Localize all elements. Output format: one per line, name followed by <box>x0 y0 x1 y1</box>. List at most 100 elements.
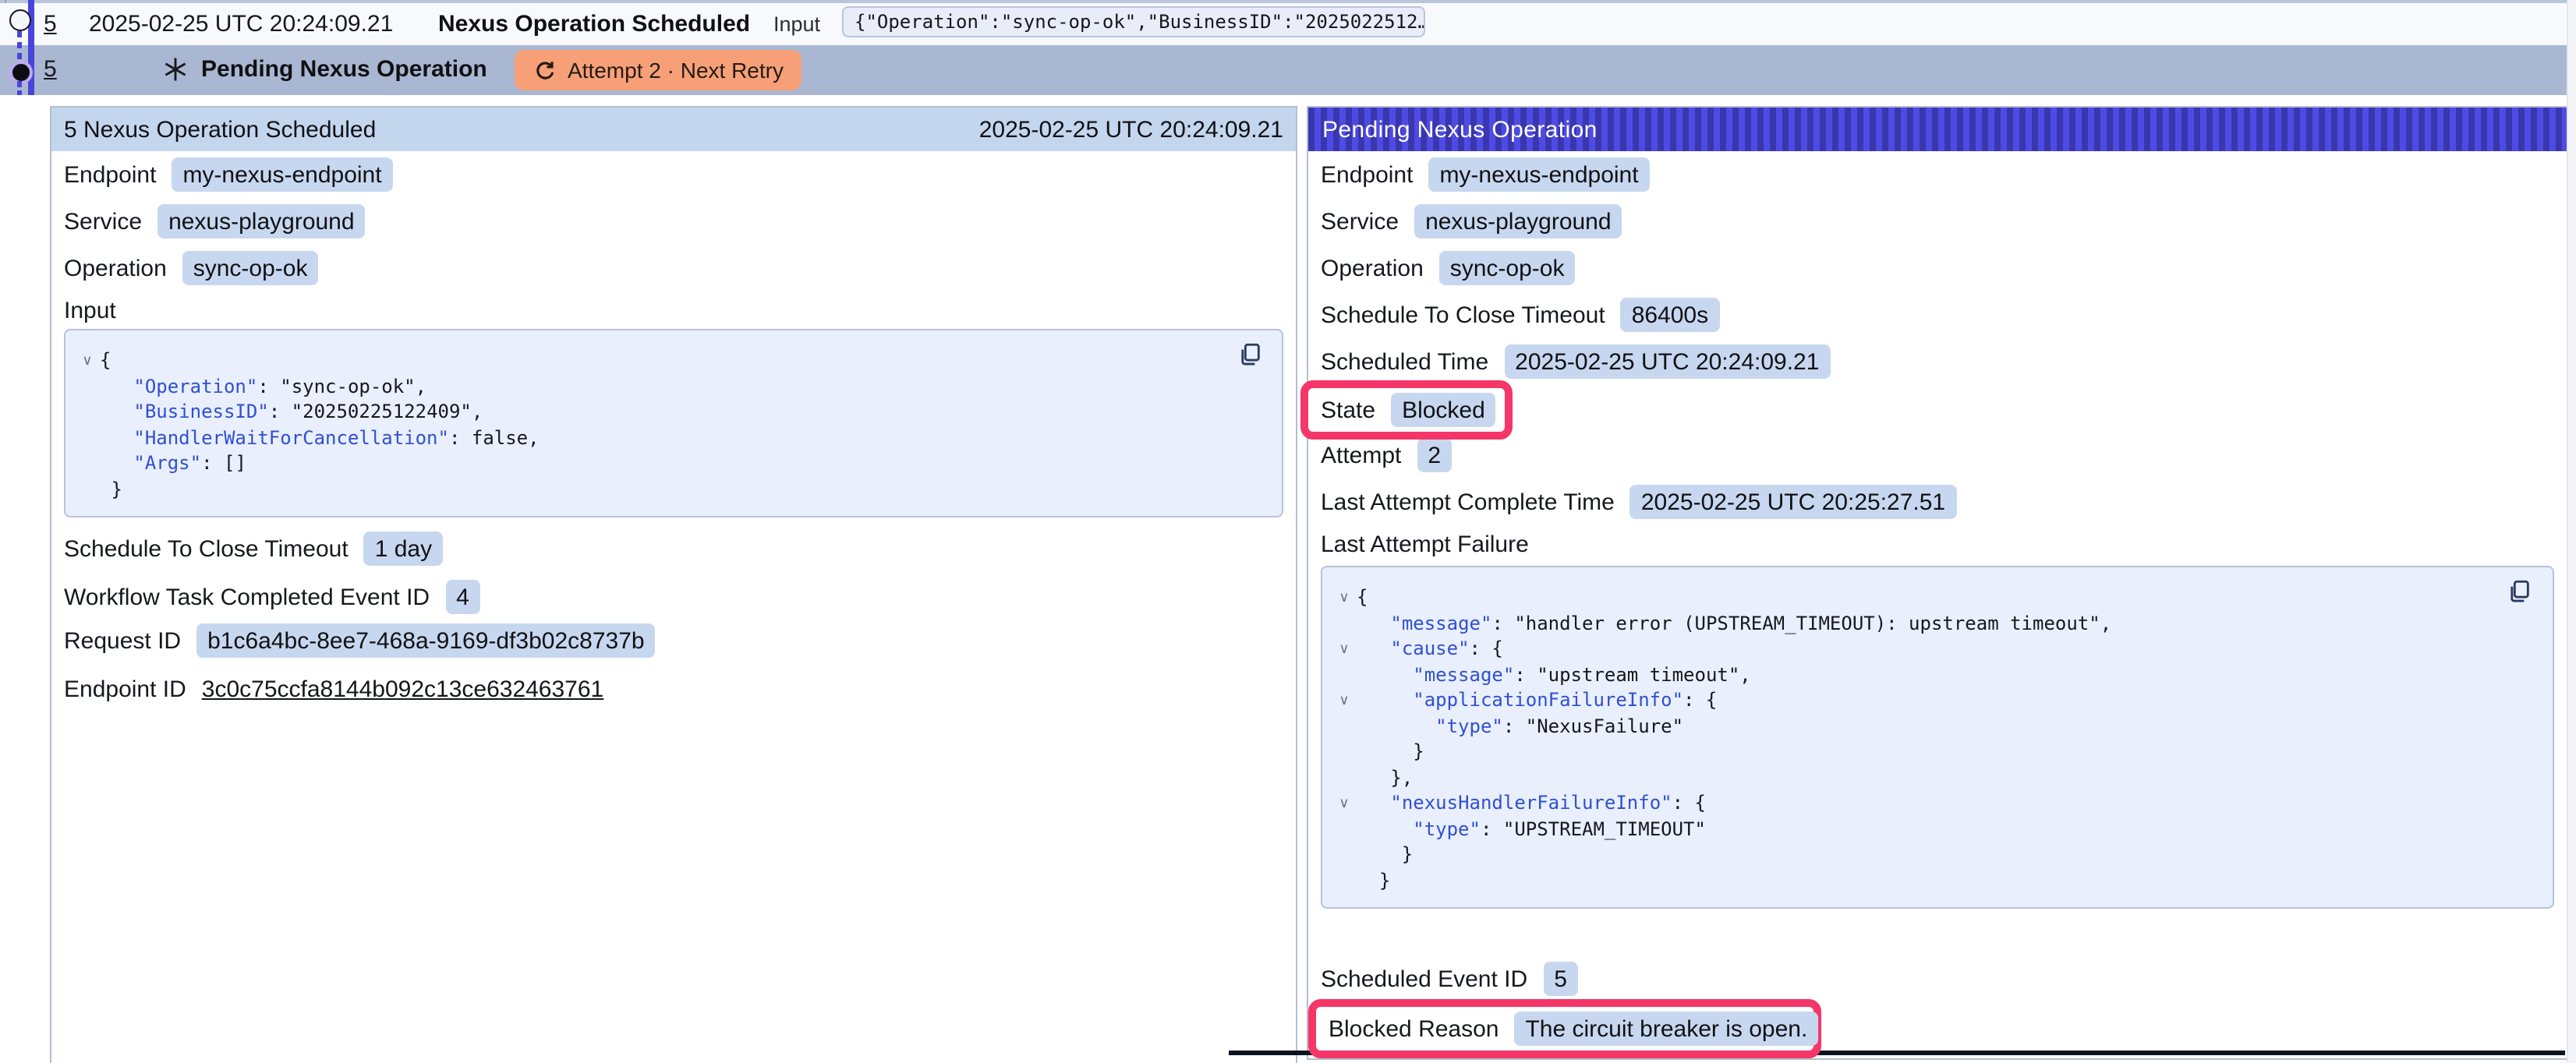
code-line: "Args": [] <box>100 450 246 476</box>
field-row-scheduled-time: Scheduled Time 2025-02-25 UTC 20:24:09.2… <box>1321 344 1830 379</box>
endpoint-id-link[interactable]: 3c0c75ccfa8144b092c13ce632463761 <box>202 676 603 702</box>
timeline-dash <box>17 90 21 95</box>
collapse-chevron-icon[interactable]: ∨ <box>1332 584 1357 610</box>
timeline-dash <box>17 81 21 87</box>
code-line: } <box>1357 867 1390 893</box>
field-label: Operation <box>1321 255 1424 281</box>
blocked-reason-chip: The circuit breaker is open. <box>1514 1012 1818 1046</box>
field-value-chip: my-nexus-endpoint <box>1428 157 1649 192</box>
field-label: Endpoint ID <box>64 676 186 702</box>
timeline-dash <box>17 31 21 37</box>
field-row-service: Service nexus-playground <box>1321 204 1622 238</box>
collapse-chevron-icon[interactable]: ∨ <box>1332 636 1357 662</box>
field-value-chip: 2 <box>1417 438 1452 472</box>
scrollbar-track[interactable] <box>2567 0 2576 1063</box>
field-label: Attempt <box>1321 442 1401 468</box>
retry-badge-label: Attempt 2 · Next Retry <box>568 58 784 83</box>
input-label: Input <box>773 12 820 36</box>
event-row-scheduled[interactable]: 5 2025-02-25 UTC 20:24:09.21 Nexus Opera… <box>0 3 2576 45</box>
field-row-endpoint-id: Endpoint ID 3c0c75ccfa8144b092c13ce63246… <box>64 672 603 706</box>
field-label: Workflow Task Completed Event ID <box>64 584 430 610</box>
field-label: Endpoint <box>64 161 156 188</box>
field-value-chip: my-nexus-endpoint <box>172 157 392 192</box>
event-timestamp: 2025-02-25 UTC 20:24:09.21 <box>89 11 393 37</box>
collapse-chevron-icon[interactable]: ∨ <box>1332 790 1357 816</box>
field-label: State <box>1321 397 1375 423</box>
annotation-box-state: State Blocked <box>1300 380 1513 440</box>
field-label: Operation <box>64 255 167 281</box>
field-label: Service <box>64 208 142 235</box>
left-panel-timestamp: 2025-02-25 UTC 20:24:09.21 <box>979 116 1283 143</box>
field-value-chip: 86400s <box>1621 298 1719 332</box>
field-row-endpoint: Endpoint my-nexus-endpoint <box>64 157 393 192</box>
copy-icon[interactable] <box>2506 578 2534 606</box>
timeline-dash <box>17 53 21 59</box>
timeline-current-node-icon[interactable] <box>9 60 33 83</box>
code-line: "HandlerWaitForCancellation": false, <box>100 425 540 450</box>
collapse-chevron-icon[interactable]: ∨ <box>1332 687 1357 713</box>
retry-attempt-badge: Attempt 2 · Next Retry <box>515 50 802 90</box>
pending-operation-panel: Pending Nexus Operation Endpoint my-nexu… <box>1307 106 2568 1060</box>
timeline-event-node-icon[interactable] <box>9 9 30 31</box>
code-line: } <box>1357 842 1413 867</box>
field-label: Endpoint <box>1321 161 1413 188</box>
field-value-chip: 2025-02-25 UTC 20:24:09.21 <box>1504 344 1830 379</box>
field-row-service: Service nexus-playground <box>64 204 366 238</box>
code-line: "BusinessID": "20250225122409", <box>100 399 483 425</box>
code-line: } <box>1357 739 1424 765</box>
field-value-chip: b1c6a4bc-8ee7-468a-9169-df3b02c8737b <box>196 623 655 658</box>
field-row-schedule-to-close: Schedule To Close Timeout 1 day <box>64 532 443 566</box>
retry-icon <box>533 58 557 82</box>
failure-json-block: ∨{ "message": "handler error (UPSTREAM_T… <box>1321 566 2554 909</box>
temporal-event-history-screen: 5 2025-02-25 UTC 20:24:09.21 Nexus Opera… <box>0 0 2576 1063</box>
event-id-link[interactable]: 5 <box>44 11 57 37</box>
field-row-operation: Operation sync-op-ok <box>1321 251 1575 285</box>
field-row-attempt: Attempt 2 <box>1321 438 1452 472</box>
field-row-wft-completed-id: Workflow Task Completed Event ID 4 <box>64 580 480 614</box>
pending-title: Pending Nexus Operation <box>201 56 487 83</box>
field-label: Last Attempt Complete Time <box>1321 489 1615 515</box>
state-value-chip: Blocked <box>1391 393 1496 427</box>
right-panel-title: Pending Nexus Operation <box>1322 116 1598 143</box>
code-line: { <box>1357 584 1368 610</box>
collapse-chevron-icon[interactable]: ∨ <box>75 348 100 373</box>
copy-icon[interactable] <box>1237 341 1265 369</box>
code-line: "Operation": "sync-op-ok", <box>100 373 426 399</box>
field-label: Scheduled Time <box>1321 348 1488 375</box>
timeline-dash <box>17 42 21 48</box>
code-line: "message": "handler error (UPSTREAM_TIME… <box>1357 610 2111 636</box>
scheduled-event-detail-panel: 5 Nexus Operation Scheduled 2025-02-25 U… <box>50 106 1297 1063</box>
field-row-request-id: Request ID b1c6a4bc-8ee7-468a-9169-df3b0… <box>64 623 656 658</box>
code-line: "nexusHandlerFailureInfo": { <box>1357 790 1706 816</box>
field-label: Blocked Reason <box>1329 1015 1499 1042</box>
asterisk-icon <box>162 56 189 83</box>
field-value-chip: sync-op-ok <box>1439 251 1576 285</box>
field-value-chip: 1 day <box>364 532 443 566</box>
right-panel-header[interactable]: Pending Nexus Operation <box>1308 108 2567 151</box>
field-value-chip: 5 <box>1543 962 1578 996</box>
input-json-block: ∨{ "Operation": "sync-op-ok", "BusinessI… <box>64 329 1283 517</box>
field-value-chip: nexus-playground <box>157 204 366 238</box>
code-line: "message": "upstream timeout", <box>1357 662 1751 687</box>
pending-id-link[interactable]: 5 <box>44 56 57 83</box>
field-label: Scheduled Event ID <box>1321 966 1527 992</box>
field-label: Schedule To Close Timeout <box>64 535 349 562</box>
field-label: Schedule To Close Timeout <box>1321 302 1605 328</box>
field-row-schedule-to-close: Schedule To Close Timeout 86400s <box>1321 298 1719 332</box>
field-value-chip: nexus-playground <box>1414 204 1622 238</box>
field-row-last-attempt-complete: Last Attempt Complete Time 2025-02-25 UT… <box>1321 485 1956 519</box>
annotation-box-blocked-reason: Blocked Reason The circuit breaker is op… <box>1308 999 1821 1058</box>
input-preview-chip: {"Operation":"sync-op-ok","BusinessID":"… <box>842 5 1425 37</box>
event-row-pending[interactable]: 5 Pending Nexus Operation Attempt 2 · Ne… <box>0 45 2576 95</box>
field-label: Request ID <box>64 627 181 654</box>
code-line: "type": "NexusFailure" <box>1357 713 1683 739</box>
code-line: "applicationFailureInfo": { <box>1357 687 1717 713</box>
field-value-chip: 4 <box>445 580 480 614</box>
event-title: Nexus Operation Scheduled <box>438 11 750 37</box>
field-row-endpoint: Endpoint my-nexus-endpoint <box>1321 157 1650 192</box>
last-attempt-failure-label: Last Attempt Failure <box>1321 532 1529 558</box>
field-row-scheduled-event-id: Scheduled Event ID 5 <box>1321 962 1578 996</box>
field-row-operation: Operation sync-op-ok <box>64 251 318 285</box>
left-panel-header[interactable]: 5 Nexus Operation Scheduled 2025-02-25 U… <box>51 108 1296 151</box>
field-value-chip: sync-op-ok <box>182 251 319 285</box>
